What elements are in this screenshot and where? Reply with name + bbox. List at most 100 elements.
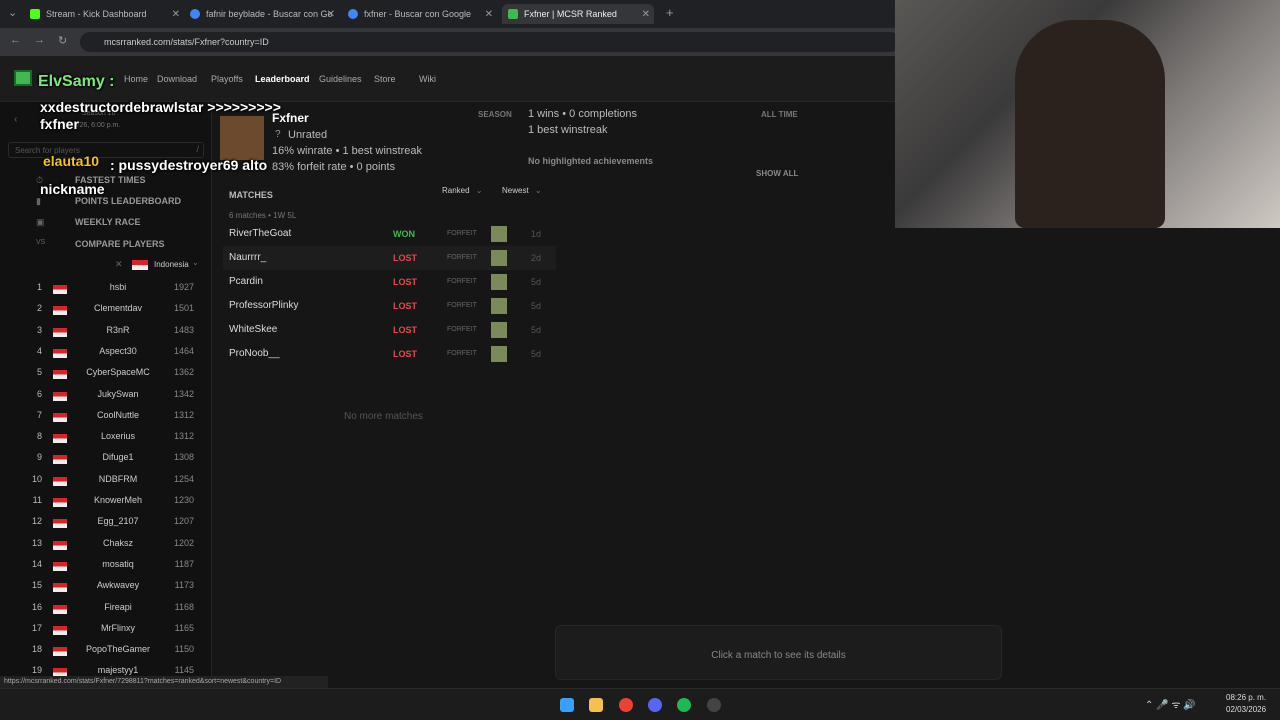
- nav-store[interactable]: Store: [374, 74, 396, 84]
- indonesia-flag-icon: [53, 455, 67, 465]
- leaderboard-row[interactable]: 1 hsbi 1927: [0, 282, 212, 298]
- seed-map-icon: [491, 250, 507, 266]
- mcsr-logo-icon[interactable]: [14, 70, 32, 86]
- indonesia-flag-icon: [53, 327, 67, 337]
- leaderboard-row[interactable]: 13 Chaksz 1202: [0, 538, 212, 554]
- url-field[interactable]: mcsrranked.com/stats/Fxfner?country=ID: [80, 32, 900, 52]
- tab-title: fxfner - Buscar con Google: [364, 9, 472, 19]
- chevron-left-icon[interactable]: ‹: [14, 114, 17, 125]
- no-more-matches: No more matches: [344, 411, 423, 422]
- close-icon[interactable]: ✕: [172, 9, 180, 20]
- clock-time[interactable]: 08:26 p. m.: [1226, 693, 1266, 702]
- elo-value: 1202: [173, 537, 194, 548]
- filter-ranked-dropdown[interactable]: Ranked ⌄: [442, 186, 483, 200]
- leaderboard-row[interactable]: 6 JukySwan 1342: [0, 389, 212, 405]
- player-name: hsbi: [109, 282, 127, 292]
- obs-icon[interactable]: [707, 698, 721, 712]
- discord-icon[interactable]: [648, 698, 662, 712]
- opponent-name: RiverTheGoat: [229, 228, 292, 239]
- close-icon[interactable]: ✕: [327, 9, 335, 20]
- close-icon[interactable]: ✕: [485, 9, 493, 20]
- elo-value: 1230: [173, 495, 194, 505]
- seed-map-icon: [491, 274, 507, 290]
- rank-number: 19: [31, 665, 42, 676]
- elo-value: 1145: [174, 665, 194, 676]
- leaderboard-row[interactable]: 12 Egg_2107 1207: [0, 516, 212, 532]
- elo-value: 1165: [174, 622, 194, 633]
- player-name: mosatiq: [102, 558, 134, 569]
- country-select[interactable]: Indonesia: [154, 260, 189, 269]
- match-row[interactable]: WhiteSkee LOST FORFEIT 5d: [223, 318, 556, 342]
- match-result: LOST: [393, 277, 417, 287]
- tab-list-icon[interactable]: ⌄: [8, 6, 17, 19]
- chrome-icon[interactable]: [619, 698, 633, 712]
- player-name: KnowerMeh: [93, 495, 143, 505]
- reload-icon[interactable]: ↻: [58, 34, 67, 47]
- leaderboard-row[interactable]: 7 CoolNuttle 1312: [0, 410, 212, 426]
- forward-icon[interactable]: →: [34, 34, 45, 46]
- season-heading: SEASON: [478, 110, 512, 119]
- player-name: JukySwan: [97, 388, 139, 399]
- leaderboard-row[interactable]: 14 mosatiq 1187: [0, 559, 212, 575]
- nav-guidelines[interactable]: Guidelines: [319, 74, 362, 84]
- elo-value: 1187: [174, 558, 194, 569]
- player-name: MrFlinxy: [101, 622, 135, 633]
- forfeit-line: 83% forfeit rate • 0 points: [272, 161, 396, 173]
- new-tab-icon[interactable]: +: [666, 5, 674, 20]
- rank-number: 1: [36, 282, 42, 292]
- nav-download[interactable]: Download: [157, 74, 197, 84]
- close-icon[interactable]: ✕: [642, 9, 650, 20]
- windows-taskbar: ⌃ 🎤 ᯤ 🔊 08:26 p. m. 02/03/2026: [0, 688, 1280, 720]
- elo-value: 1150: [174, 644, 194, 655]
- sort-newest-dropdown[interactable]: Newest ⌄: [502, 186, 542, 200]
- clock-date[interactable]: 02/03/2026: [1226, 705, 1266, 714]
- windows-start-icon[interactable]: [560, 698, 574, 712]
- clear-filter-icon[interactable]: ✕: [115, 259, 123, 270]
- file-explorer-icon[interactable]: [589, 698, 603, 712]
- leaderboard-row[interactable]: 4 Aspect30 1464: [0, 346, 212, 362]
- match-row[interactable]: RiverTheGoat WON FORFEIT 1d: [223, 222, 556, 246]
- match-row[interactable]: ProfessorPlinky LOST FORFEIT 5d: [223, 294, 556, 318]
- match-age: 1d: [531, 229, 542, 239]
- link-compare-players[interactable]: COMPARE PLAYERS: [75, 239, 165, 249]
- leaderboard-row[interactable]: 9 Difuge1 1308: [0, 452, 212, 468]
- nav-wiki[interactable]: Wiki: [419, 74, 436, 84]
- filter-label: Ranked: [442, 186, 470, 195]
- match-result: WON: [393, 229, 415, 239]
- back-icon[interactable]: ←: [10, 34, 21, 46]
- indonesia-flag-icon: [53, 370, 67, 380]
- leaderboard-row[interactable]: 8 Loxerius 1312: [0, 431, 212, 447]
- nav-home[interactable]: Home: [124, 74, 148, 84]
- rank-number: 14: [31, 558, 42, 569]
- tray-icons[interactable]: ⌃ 🎤 ᯤ 🔊: [1145, 697, 1196, 711]
- nav-leaderboard[interactable]: Leaderboard: [255, 74, 310, 84]
- leaderboard-row[interactable]: 17 MrFlinxy 1165: [0, 623, 212, 639]
- rank-number: 9: [36, 452, 42, 463]
- tab-google-1[interactable]: fafnir beyblade - Buscar con Go ✕: [190, 4, 335, 24]
- match-result: LOST: [393, 349, 417, 359]
- rank-number: 12: [31, 516, 42, 527]
- player-name: Clementdav: [93, 303, 143, 314]
- leaderboard-row[interactable]: 10 NDBFRM 1254: [0, 474, 212, 490]
- link-weekly-race[interactable]: WEEKLY RACE: [75, 217, 141, 227]
- match-row[interactable]: ProNoob__ LOST FORFEIT 5d: [223, 342, 556, 366]
- leaderboard-row[interactable]: 16 Fireapi 1168: [0, 602, 212, 618]
- leaderboard-row[interactable]: 5 CyberSpaceMC 1362: [0, 367, 212, 383]
- match-row[interactable]: Naurrrr_ LOST FORFEIT 2d: [223, 246, 556, 270]
- nav-playoffs[interactable]: Playoffs: [211, 74, 243, 84]
- rank-number: 16: [31, 601, 42, 612]
- tab-google-2[interactable]: fxfner - Buscar con Google ✕: [348, 4, 493, 24]
- google-icon: [190, 9, 200, 19]
- show-all-button[interactable]: SHOW ALL: [756, 169, 798, 178]
- leaderboard-row[interactable]: 3 R3nR 1483: [0, 325, 212, 341]
- tab-kick[interactable]: Stream - Kick Dashboard ✕: [30, 4, 180, 24]
- leaderboard-row[interactable]: 18 PopoTheGamer 1150: [0, 644, 212, 660]
- match-row[interactable]: Pcardin LOST FORFEIT 5d: [223, 270, 556, 294]
- tab-mcsr[interactable]: Fxfner | MCSR Ranked ✕: [502, 4, 654, 24]
- leaderboard-row[interactable]: 2 Clementdav 1501: [0, 303, 212, 319]
- leaderboard-row[interactable]: 15 Awkwavey 1173: [0, 580, 212, 596]
- indonesia-flag-icon: [53, 285, 67, 294]
- link-status-bar: https://mcsrranked.com/stats/Fxfner/7298…: [0, 676, 328, 688]
- spotify-icon[interactable]: [677, 698, 691, 712]
- leaderboard-row[interactable]: 11 KnowerMeh 1230: [0, 495, 212, 511]
